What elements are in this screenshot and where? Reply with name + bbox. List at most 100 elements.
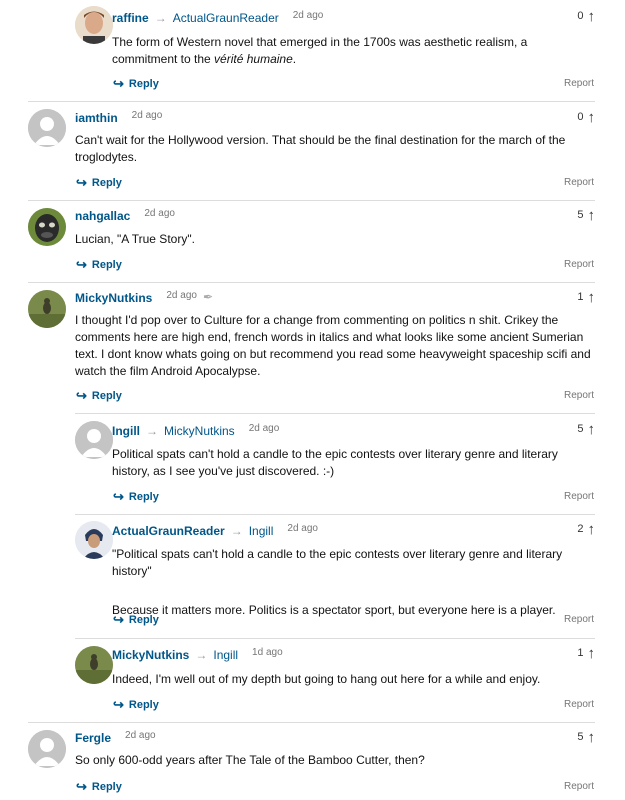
recommend-control: 1 ↑ xyxy=(577,645,596,662)
comment-header: Fergle 2d ago xyxy=(75,729,156,747)
comment-text: Political spats can't hold a candle to t… xyxy=(112,447,558,478)
reply-button[interactable]: ↪ Reply xyxy=(113,76,159,92)
divider xyxy=(28,101,595,102)
reply-arrow-icon: ↪ xyxy=(76,388,87,403)
timestamp[interactable]: 2d ago xyxy=(287,523,318,534)
up-arrow-icon[interactable]: ↑ xyxy=(588,109,596,126)
avatar[interactable] xyxy=(28,290,66,328)
up-arrow-icon[interactable]: ↑ xyxy=(588,289,596,306)
recommend-control: 0 ↑ xyxy=(577,8,596,25)
reply-arrow-icon: ↪ xyxy=(76,257,87,272)
reply-button[interactable]: ↪ Reply xyxy=(76,388,122,404)
reply-to-user[interactable]: Ingill xyxy=(249,524,274,538)
reply-button[interactable]: ↪ Reply xyxy=(76,175,122,191)
avatar[interactable] xyxy=(75,646,113,684)
timestamp[interactable]: 2d ago xyxy=(166,290,197,301)
up-arrow-icon[interactable]: ↑ xyxy=(588,207,596,224)
up-arrow-icon[interactable]: ↑ xyxy=(588,645,596,662)
avatar[interactable] xyxy=(28,109,66,147)
comment-body: The form of Western novel that emerged i… xyxy=(112,34,595,68)
username[interactable]: nahgallac xyxy=(75,209,130,223)
timestamp[interactable]: 2d ago xyxy=(144,208,175,219)
report-link[interactable]: Report xyxy=(564,390,594,401)
reply-to-user[interactable]: ActualGraunReader xyxy=(173,11,279,25)
reply-label: Reply xyxy=(91,259,122,271)
divider xyxy=(75,413,595,414)
recommend-control: 1 ↑ xyxy=(577,289,596,306)
avatar[interactable] xyxy=(75,6,113,44)
recommend-count: 1 xyxy=(577,291,584,303)
reply-label: Reply xyxy=(91,781,122,793)
divider xyxy=(28,282,595,283)
reply-button[interactable]: ↪ Reply xyxy=(76,779,122,795)
report-link[interactable]: Report xyxy=(564,491,594,502)
reply-label: Reply xyxy=(128,491,159,503)
reply-label: Reply xyxy=(128,614,159,626)
comment-header: nahgallac 2d ago xyxy=(75,207,175,225)
timestamp[interactable]: 2d ago xyxy=(132,110,163,121)
timestamp[interactable]: 2d ago xyxy=(125,730,156,741)
timestamp[interactable]: 2d ago xyxy=(293,10,324,21)
username[interactable]: Ingill xyxy=(112,424,140,438)
reply-arrow-icon: ↪ xyxy=(113,76,124,91)
username[interactable]: Fergle xyxy=(75,731,111,745)
timestamp[interactable]: 1d ago xyxy=(252,647,283,658)
up-arrow-icon[interactable]: ↑ xyxy=(588,8,596,25)
reply-button[interactable]: ↪ Reply xyxy=(113,697,159,713)
divider xyxy=(75,514,595,515)
up-arrow-icon[interactable]: ↑ xyxy=(588,521,596,538)
comment-body: "Political spats can't hold a candle to … xyxy=(112,546,595,619)
reply-button[interactable]: ↪ Reply xyxy=(113,489,159,505)
comment-header: ActualGraunReader → Ingill 2d ago xyxy=(112,522,318,540)
recommend-count: 1 xyxy=(577,647,584,659)
divider xyxy=(28,722,595,723)
username[interactable]: MickyNutkins xyxy=(75,291,152,305)
avatar[interactable] xyxy=(75,521,113,559)
username[interactable]: iamthin xyxy=(75,111,118,125)
username[interactable]: MickyNutkins xyxy=(112,648,189,662)
comment-body: Indeed, I'm well out of my depth but goi… xyxy=(112,671,595,688)
reply-button[interactable]: ↪ Reply xyxy=(113,612,159,628)
report-link[interactable]: Report xyxy=(564,614,594,625)
right-arrow-icon: → xyxy=(146,424,158,438)
comment-text: So only 600-odd years after The Tale of … xyxy=(75,753,425,767)
recommend-control: 5 ↑ xyxy=(577,421,596,438)
recommend-count: 5 xyxy=(577,731,584,743)
username[interactable]: raffine xyxy=(112,11,149,25)
avatar[interactable] xyxy=(28,208,66,246)
recommend-count: 0 xyxy=(577,111,584,123)
up-arrow-icon[interactable]: ↑ xyxy=(588,421,596,438)
reply-to-user[interactable]: Ingill xyxy=(213,648,238,662)
reply-button[interactable]: ↪ Reply xyxy=(76,257,122,273)
recommend-count: 0 xyxy=(577,10,584,22)
comment-text: "Political spats can't hold a candle to … xyxy=(112,547,563,578)
paperclip-icon[interactable]: ✒ xyxy=(203,290,213,304)
username[interactable]: ActualGraunReader xyxy=(112,524,225,538)
comment-body: Can't wait for the Hollywood version. Th… xyxy=(75,132,595,166)
report-link[interactable]: Report xyxy=(564,781,594,792)
comment-text: I thought I'd pop over to Culture for a … xyxy=(75,313,591,378)
comment-text: Can't wait for the Hollywood version. Th… xyxy=(75,133,566,164)
report-link[interactable]: Report xyxy=(564,78,594,89)
reply-to-user[interactable]: MickyNutkins xyxy=(164,424,235,438)
report-link[interactable]: Report xyxy=(564,699,594,710)
comment-body: Political spats can't hold a candle to t… xyxy=(112,446,595,480)
comment-body: I thought I'd pop over to Culture for a … xyxy=(75,312,595,380)
recommend-control: 5 ↑ xyxy=(577,207,596,224)
comment-text: The form of Western novel that emerged i… xyxy=(112,34,595,68)
avatar[interactable] xyxy=(75,421,113,459)
reply-label: Reply xyxy=(128,699,159,711)
right-arrow-icon: → xyxy=(154,11,167,25)
avatar[interactable] xyxy=(28,730,66,768)
reply-arrow-icon: ↪ xyxy=(76,779,87,794)
comment-header: MickyNutkins 2d ago ✒ xyxy=(75,289,213,307)
comment-text-part: The form of Western novel that emerged i… xyxy=(112,35,528,66)
recommend-count: 5 xyxy=(577,209,584,221)
report-link[interactable]: Report xyxy=(564,259,594,270)
timestamp[interactable]: 2d ago xyxy=(249,423,280,434)
right-arrow-icon: → xyxy=(230,524,243,538)
comment-header: iamthin 2d ago xyxy=(75,109,162,127)
report-link[interactable]: Report xyxy=(564,177,594,188)
reply-arrow-icon: ↪ xyxy=(113,612,124,627)
up-arrow-icon[interactable]: ↑ xyxy=(588,729,596,746)
